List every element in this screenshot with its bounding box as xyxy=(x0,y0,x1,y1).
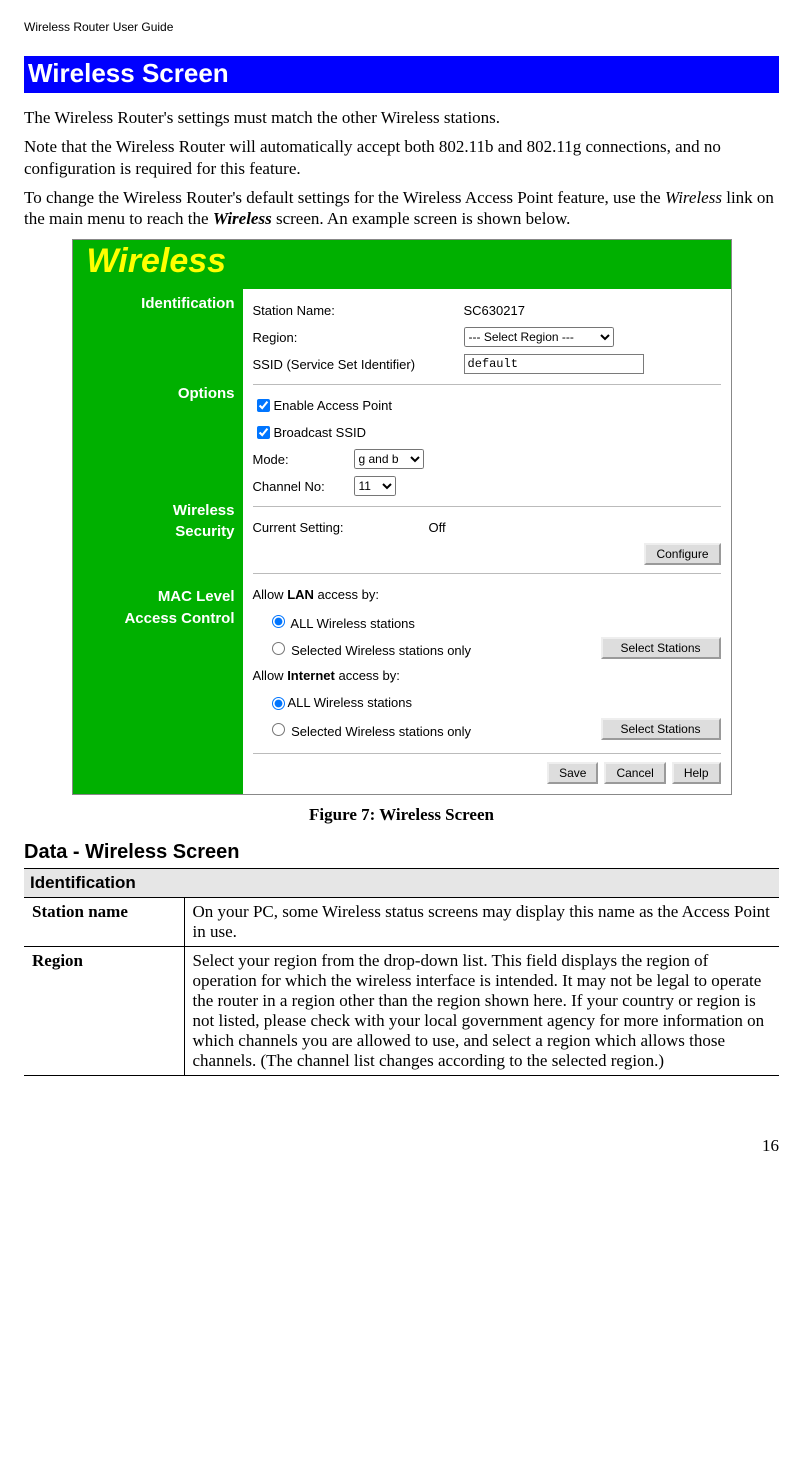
allow-lan-a: Allow xyxy=(253,587,288,602)
configure-button[interactable]: Configure xyxy=(644,543,720,565)
row-region-key: Region xyxy=(24,947,184,1076)
para-3: To change the Wireless Router's default … xyxy=(24,187,779,230)
para3-em2: Wireless xyxy=(213,209,272,228)
allow-int-b: Internet xyxy=(287,668,335,683)
allow-int-a: Allow xyxy=(253,668,288,683)
figure-content: Station Name: SC630217 Region: --- Selec… xyxy=(243,289,731,794)
page-number: 16 xyxy=(24,1136,779,1156)
figure-caption: Figure 7: Wireless Screen xyxy=(24,805,779,825)
data-table: Identification Station name On your PC, … xyxy=(24,868,779,1076)
data-subheading: Data - Wireless Screen xyxy=(24,841,779,864)
lan-all-radio[interactable] xyxy=(272,615,285,628)
para3-a: To change the Wireless Router's default … xyxy=(24,188,665,207)
sidebar-mac-level-1: MAC Level xyxy=(77,588,235,605)
channel-label: Channel No: xyxy=(253,479,348,494)
figure-sidebar: Identification Options Wireless Security… xyxy=(73,289,243,794)
allow-int-c: access by: xyxy=(335,668,400,683)
internet-all-label: ALL Wireless stations xyxy=(288,695,413,710)
help-button[interactable]: Help xyxy=(672,762,721,784)
lan-select-stations-button[interactable]: Select Stations xyxy=(601,637,721,659)
figure: Wireless Identification Options Wireless… xyxy=(72,239,732,795)
cancel-button[interactable]: Cancel xyxy=(604,762,665,784)
doc-header: Wireless Router User Guide xyxy=(24,20,779,34)
figure-title: Wireless xyxy=(73,240,731,289)
mode-label: Mode: xyxy=(253,452,348,467)
figure-wrapper: Wireless Identification Options Wireless… xyxy=(24,239,779,795)
allow-lan-c: access by: xyxy=(314,587,379,602)
ssid-input[interactable] xyxy=(464,354,644,374)
internet-selected-radio[interactable] xyxy=(272,723,285,736)
broadcast-ssid-checkbox[interactable] xyxy=(257,426,270,439)
figure-body: Identification Options Wireless Security… xyxy=(73,289,731,794)
internet-all-radio[interactable] xyxy=(272,697,285,710)
section-heading: Wireless Screen xyxy=(24,56,779,93)
para-1: The Wireless Router's settings must matc… xyxy=(24,107,779,128)
lan-all-label: ALL Wireless stations xyxy=(290,616,415,631)
current-setting-value: Off xyxy=(429,520,446,535)
row-station-name-val: On your PC, some Wireless status screens… xyxy=(184,898,779,947)
sidebar-options: Options xyxy=(77,385,235,402)
region-select[interactable]: --- Select Region --- xyxy=(464,327,614,347)
row-region-val: Select your region from the drop-down li… xyxy=(184,947,779,1076)
allow-internet-label: Allow Internet access by: xyxy=(253,668,400,683)
internet-select-stations-button[interactable]: Select Stations xyxy=(601,718,721,740)
table-row: Station name On your PC, some Wireless s… xyxy=(24,898,779,947)
mode-select[interactable]: g and b xyxy=(354,449,424,469)
channel-select[interactable]: 11 xyxy=(354,476,396,496)
row-station-name-key: Station name xyxy=(24,898,184,947)
sidebar-wireless-security-2: Security xyxy=(77,523,235,540)
ssid-label: SSID (Service Set Identifier) xyxy=(253,357,458,372)
sidebar-wireless-security-1: Wireless xyxy=(77,502,235,519)
para-2: Note that the Wireless Router will autom… xyxy=(24,136,779,179)
para3-em1: Wireless xyxy=(665,188,722,207)
enable-ap-label: Enable Access Point xyxy=(274,398,393,413)
save-button[interactable]: Save xyxy=(547,762,598,784)
current-setting-label: Current Setting: xyxy=(253,520,423,535)
allow-lan-label: Allow LAN access by: xyxy=(253,587,379,602)
internet-selected-label: Selected Wireless stations only xyxy=(291,724,471,739)
broadcast-ssid-label: Broadcast SSID xyxy=(274,425,367,440)
region-label: Region: xyxy=(253,330,458,345)
lan-selected-radio[interactable] xyxy=(272,642,285,655)
para3-c: screen. An example screen is shown below… xyxy=(272,209,571,228)
station-name-value: SC630217 xyxy=(464,303,525,318)
table-row: Region Select your region from the drop-… xyxy=(24,947,779,1076)
sidebar-mac-level-2: Access Control xyxy=(77,610,235,627)
sidebar-identification: Identification xyxy=(77,295,235,312)
station-name-label: Station Name: xyxy=(253,303,458,318)
table-group-identification: Identification xyxy=(24,869,779,898)
allow-lan-b: LAN xyxy=(287,587,314,602)
lan-selected-label: Selected Wireless stations only xyxy=(291,643,471,658)
enable-ap-checkbox[interactable] xyxy=(257,399,270,412)
